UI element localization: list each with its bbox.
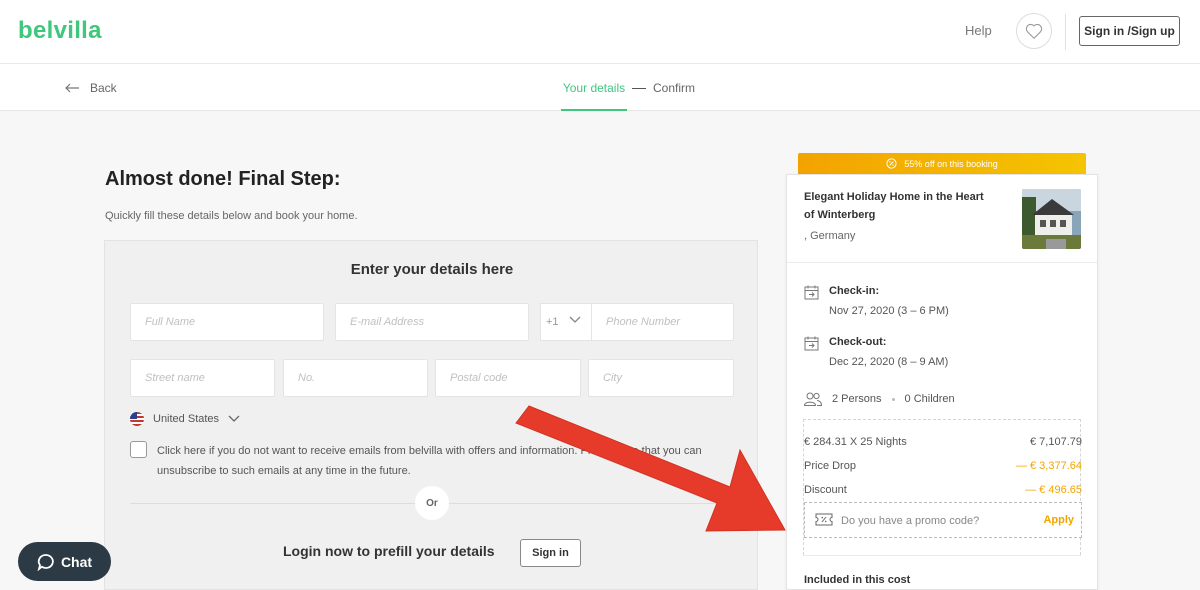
card-divider — [787, 262, 1097, 263]
discount-banner-text: 55% off on this booking — [904, 158, 998, 169]
phone-number-input[interactable] — [591, 303, 734, 341]
price-row-label: € 284.31 X 25 Nights — [804, 436, 907, 448]
step-separator — [632, 88, 646, 89]
country-select[interactable]: United States — [130, 412, 240, 426]
discount-icon — [886, 158, 897, 169]
help-link[interactable]: Help — [965, 23, 992, 38]
back-label: Back — [90, 81, 117, 95]
full-name-input[interactable] — [130, 303, 324, 341]
ticket-icon — [815, 513, 833, 526]
back-arrow-icon — [65, 83, 79, 93]
calendar-icon — [804, 285, 819, 300]
details-form: Enter your details here +1 United States… — [104, 240, 758, 590]
price-row: Discount — € 496.65 — [804, 484, 1082, 496]
chat-bubble-icon — [37, 553, 54, 571]
login-prompt: Login now to prefill your details — [283, 543, 495, 559]
price-row-label: Discount — [804, 484, 847, 496]
belvilla-logo[interactable]: belvilla — [18, 17, 102, 45]
chevron-down-icon — [228, 415, 240, 422]
persons-count: 2 Persons — [832, 393, 882, 405]
checkout-label: Check-out: — [829, 336, 887, 348]
site-header: belvilla Help Sign in /Sign up — [0, 0, 1200, 64]
checkin-value: Nov 27, 2020 (3 – 6 PM) — [829, 305, 949, 317]
postal-code-input[interactable] — [435, 359, 581, 397]
chat-label: Chat — [60, 553, 93, 570]
phone-code-select[interactable]: +1 — [540, 303, 592, 341]
email-optout-text: Click here if you do not want to receive… — [157, 445, 702, 477]
property-title: Elegant Holiday Home in the Heart of Win… — [804, 191, 984, 221]
email-optout-checkbox[interactable] — [130, 441, 147, 458]
step-your-details: Your details — [561, 81, 627, 111]
price-row: Price Drop — € 3,377.64 — [804, 460, 1082, 472]
price-row: € 284.31 X 25 Nights € 7,107.79 — [804, 436, 1082, 448]
or-badge: Or — [415, 486, 449, 520]
login-signin-button[interactable]: Sign in — [520, 539, 581, 567]
signin-signup-button[interactable]: Sign in /Sign up — [1079, 16, 1180, 46]
flag-icon — [130, 412, 144, 426]
price-row-amount: — € 496.65 — [1025, 484, 1082, 496]
chat-button[interactable]: Chat — [18, 542, 111, 581]
property-photo — [1022, 189, 1081, 249]
promo-code-field: Apply — [804, 502, 1082, 538]
separator-dot — [891, 397, 895, 401]
header-divider — [1065, 14, 1066, 50]
guests-summary: 2 Persons 0 Children — [804, 392, 955, 406]
price-breakdown: € 284.31 X 25 Nights € 7,107.79 Price Dr… — [803, 419, 1082, 555]
promo-code-input[interactable] — [841, 512, 1021, 530]
country-label: United States — [153, 413, 220, 425]
house-number-input[interactable] — [283, 359, 428, 397]
page-subtitle: Quickly fill these details below and boo… — [105, 210, 358, 222]
back-link[interactable]: Back — [64, 81, 117, 95]
step-bar: Back Your details Confirm — [0, 64, 1200, 111]
discount-banner: 55% off on this booking — [798, 153, 1086, 174]
apply-promo-button[interactable]: Apply — [1043, 514, 1074, 526]
children-count: 0 Children — [904, 393, 955, 405]
property-location: , Germany — [804, 230, 856, 242]
form-title: Enter your details here — [350, 261, 514, 278]
email-input[interactable] — [335, 303, 529, 341]
booking-summary-card: Elegant Holiday Home in the Heart of Win… — [786, 174, 1098, 590]
city-input[interactable] — [588, 359, 734, 397]
price-row-label: Price Drop — [804, 460, 856, 472]
price-row-amount: — € 3,377.64 — [1015, 460, 1082, 472]
heart-icon — [1025, 23, 1043, 39]
phone-code-value: +1 — [546, 316, 559, 328]
street-name-input[interactable] — [130, 359, 275, 397]
checkin-label: Check-in: — [829, 285, 880, 297]
included-heading: Included in this cost — [804, 574, 911, 586]
price-row-amount: € 7,107.79 — [1030, 436, 1082, 448]
people-icon — [804, 392, 822, 406]
calendar-icon — [804, 336, 819, 351]
checkout-value: Dec 22, 2020 (8 – 9 AM) — [829, 356, 949, 368]
card-divider — [803, 555, 1081, 556]
chevron-down-icon — [569, 316, 581, 323]
step-confirm: Confirm — [653, 81, 696, 95]
page-title: Almost done! Final Step: — [105, 168, 341, 190]
favorites-button[interactable] — [1016, 13, 1052, 49]
